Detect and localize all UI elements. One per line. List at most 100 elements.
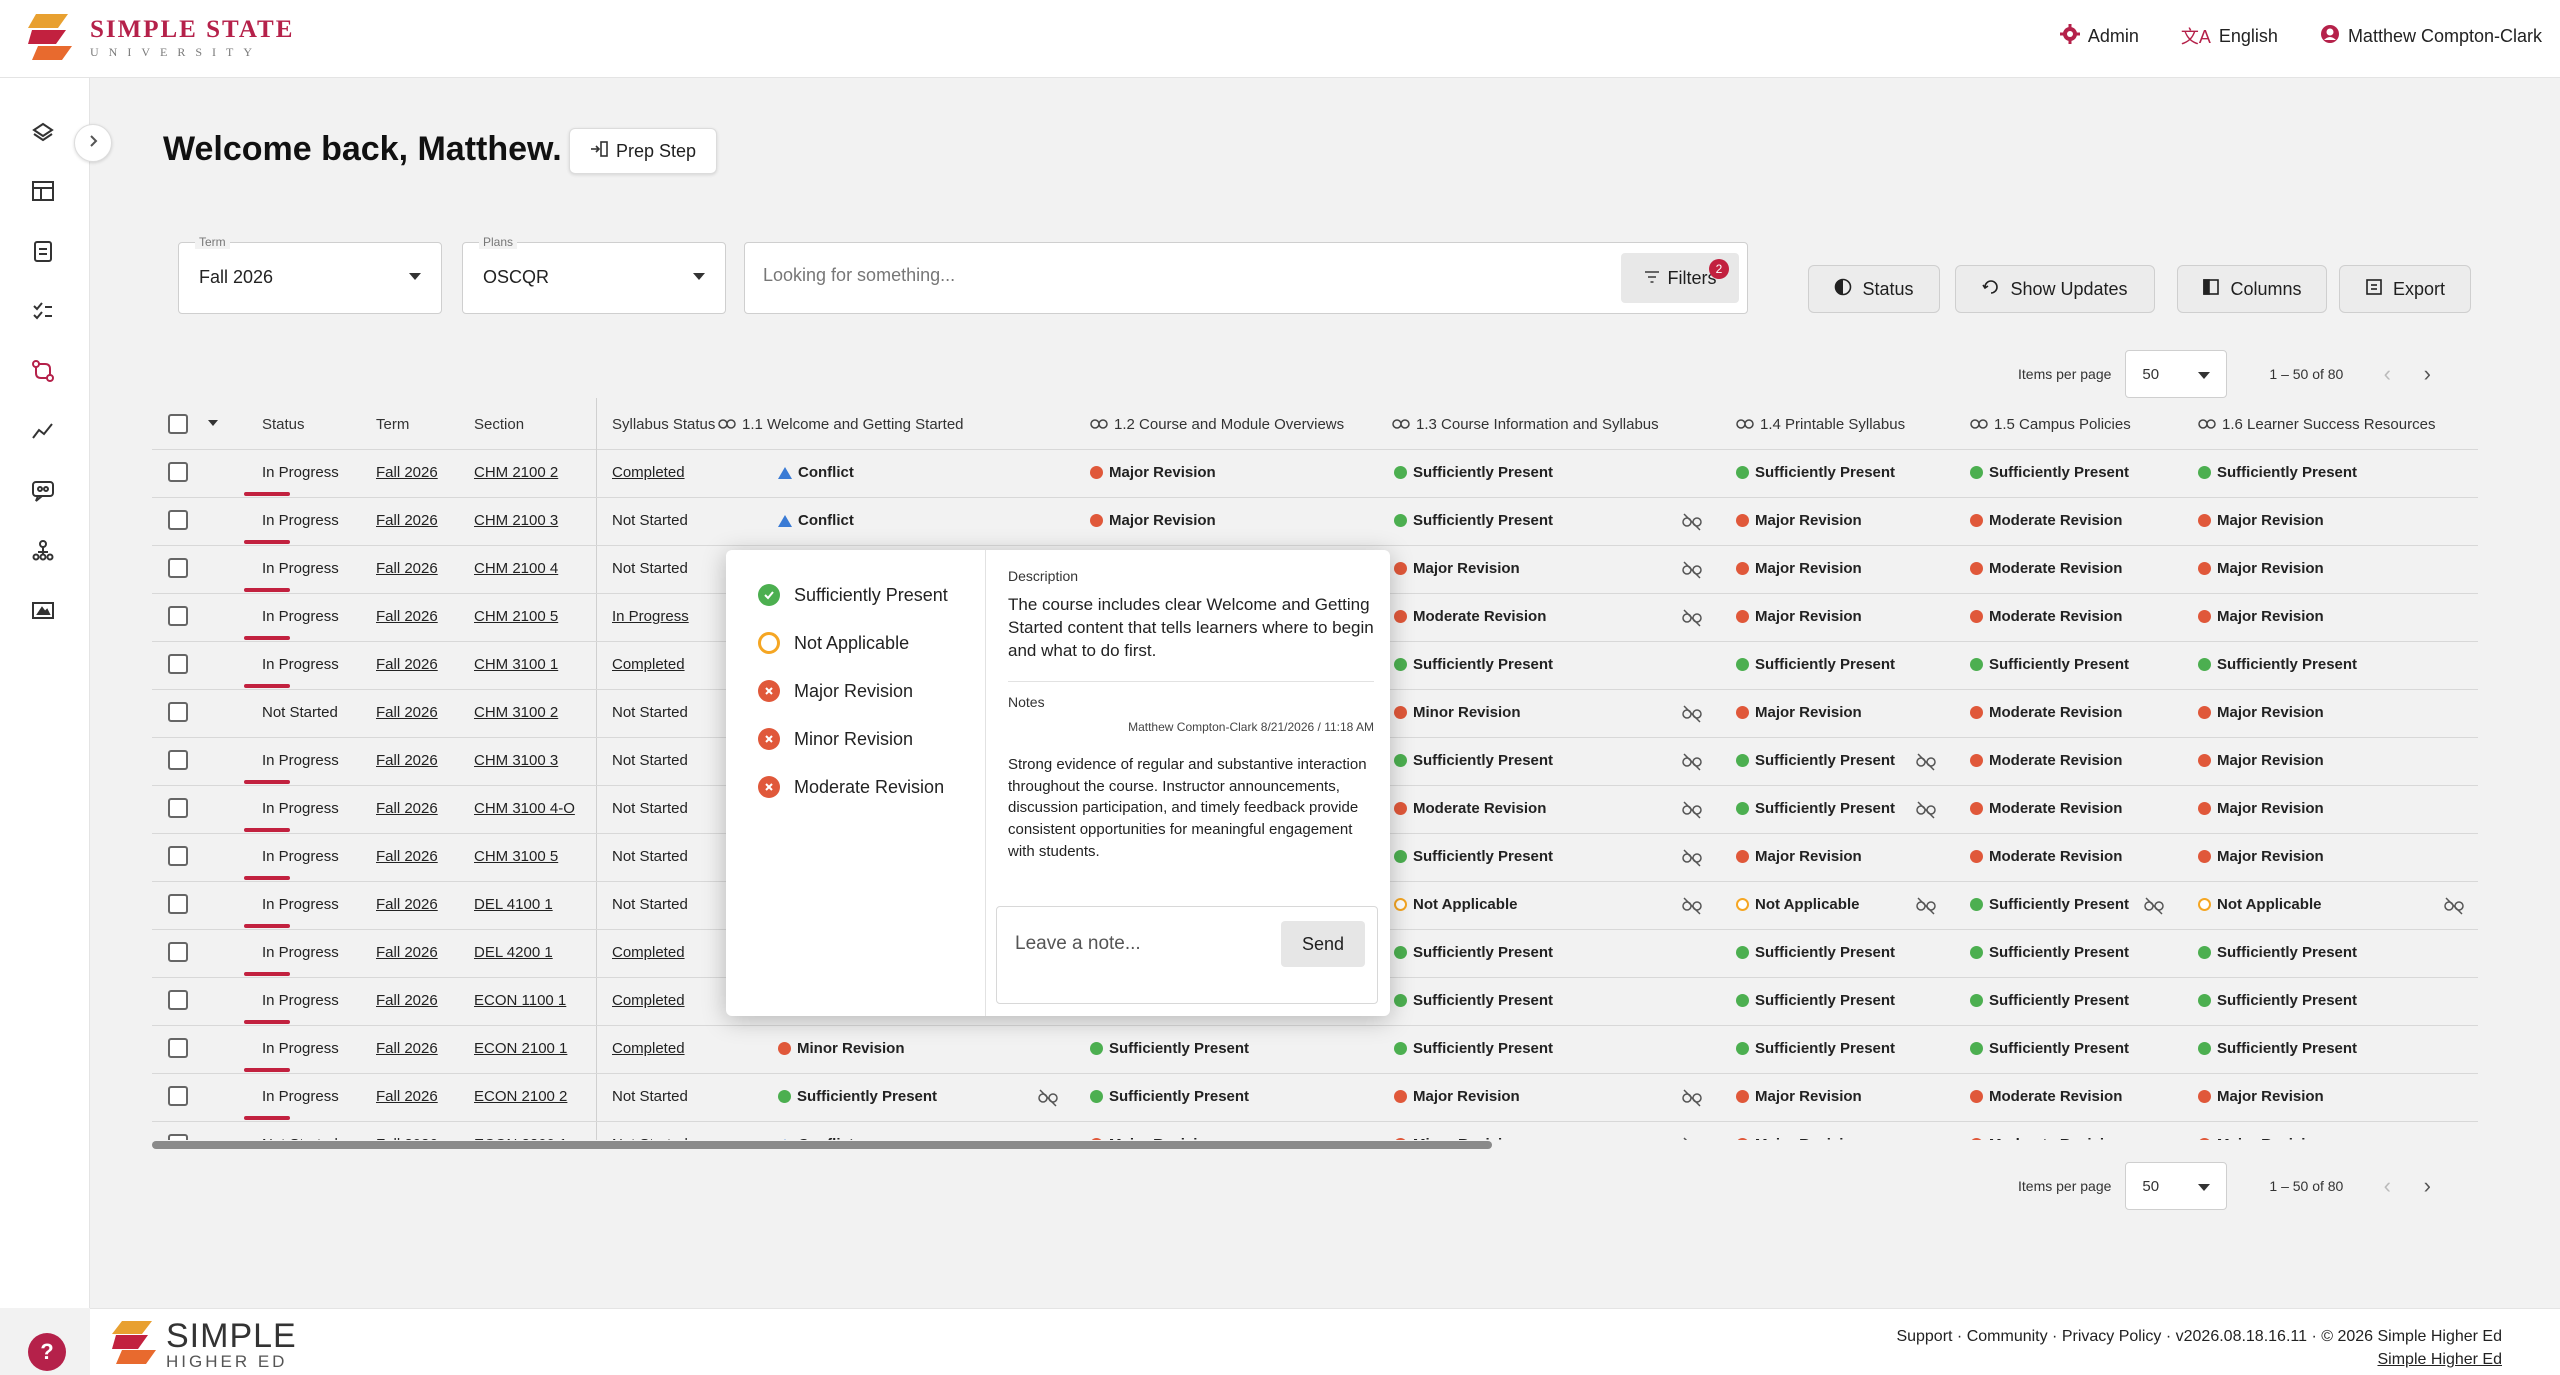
row-checkbox[interactable] [168, 942, 188, 962]
unlink-icon[interactable] [1682, 1137, 1702, 1140]
rating-cell[interactable]: Sufficiently Present [1394, 464, 1553, 481]
rating-cell[interactable]: Major Revision [2198, 704, 2324, 721]
rating-cell[interactable]: Major Revision [2198, 1088, 2324, 1105]
row-checkbox[interactable] [168, 1038, 188, 1058]
row-section-link[interactable]: DEL 4100 1 [474, 896, 553, 913]
row-section-link[interactable]: CHM 2100 5 [474, 608, 558, 625]
column-header[interactable]: 1.4 Printable Syllabus [1736, 416, 1905, 433]
rating-cell[interactable]: Sufficiently Present [1394, 512, 1553, 529]
rating-cell[interactable]: Sufficiently Present [1394, 656, 1553, 673]
row-term-link[interactable]: Fall 2026 [376, 656, 438, 673]
sidebar-item-clipboard-icon[interactable] [26, 234, 60, 268]
row-checkbox[interactable] [168, 702, 188, 722]
column-header[interactable]: Syllabus Status [612, 416, 715, 433]
column-header[interactable]: Status [262, 416, 305, 433]
simple-higher-ed-logo[interactable]: SIMPLE HIGHER ED [112, 1319, 297, 1370]
row-checkbox[interactable] [168, 462, 188, 482]
items-per-page-select[interactable]: 50 [2125, 350, 2228, 398]
company-link[interactable]: Simple Higher Ed [2378, 1351, 2503, 1368]
row-term-link[interactable]: Fall 2026 [376, 464, 438, 481]
row-term-link[interactable]: Fall 2026 [376, 848, 438, 865]
rating-cell[interactable]: Major Revision [2198, 752, 2324, 769]
table-row[interactable]: In Progress Fall 2026 CHM 2100 3 Not Starte… [152, 498, 2478, 546]
rating-cell[interactable]: Sufficiently Present [1970, 944, 2129, 961]
row-checkbox[interactable] [168, 846, 188, 866]
row-term-link[interactable]: Fall 2026 [376, 992, 438, 1009]
rating-option[interactable]: Major Revision [758, 680, 913, 702]
rating-cell[interactable]: Sufficiently Present [1736, 944, 1895, 961]
next-page-button[interactable]: › [2407, 1173, 2447, 1199]
rating-cell[interactable]: Major Revision [1736, 512, 1862, 529]
row-section-link[interactable]: CHM 3100 3 [474, 752, 558, 769]
unlink-icon[interactable] [1682, 849, 1702, 872]
rating-cell[interactable]: Major Revision [2198, 560, 2324, 577]
search-input[interactable] [763, 265, 1563, 286]
sidebar-item-workflow-icon[interactable] [26, 354, 60, 388]
rating-cell[interactable]: Sufficiently Present [1090, 1088, 1249, 1105]
unlink-icon[interactable] [1682, 513, 1702, 536]
rating-cell[interactable]: Sufficiently Present [778, 1088, 937, 1105]
unlink-icon[interactable] [1682, 561, 1702, 584]
help-button[interactable]: ? [28, 1333, 66, 1371]
rating-cell[interactable]: Moderate Revision [1970, 1136, 2122, 1140]
row-term-link[interactable]: Fall 2026 [376, 560, 438, 577]
row-section-link[interactable]: CHM 2100 2 [474, 464, 558, 481]
row-checkbox[interactable] [168, 654, 188, 674]
rating-cell[interactable]: Moderate Revision [1970, 1088, 2122, 1105]
row-section-link[interactable]: ECON 1100 1 [474, 992, 566, 1009]
rating-cell[interactable]: Moderate Revision [1970, 800, 2122, 817]
rating-cell[interactable]: Moderate Revision [1970, 848, 2122, 865]
rating-cell[interactable]: Major Revision [1736, 848, 1862, 865]
status-button[interactable]: Status [1808, 265, 1940, 313]
rating-cell[interactable]: Sufficiently Present [1970, 896, 2129, 913]
rating-cell[interactable]: Sufficiently Present [1736, 752, 1895, 769]
rating-cell[interactable]: Major Revision [2198, 848, 2324, 865]
rating-option[interactable]: Moderate Revision [758, 776, 944, 798]
term-select[interactable]: Term Fall 2026 [178, 235, 442, 314]
rating-option[interactable]: Sufficiently Present [758, 584, 948, 606]
rating-cell[interactable]: Sufficiently Present [1090, 1040, 1249, 1057]
rating-cell[interactable]: Major Revision [2198, 800, 2324, 817]
sidebar-expand-button[interactable] [74, 124, 112, 162]
sidebar-item-dashboard-icon[interactable] [26, 174, 60, 208]
row-term-link[interactable]: Fall 2026 [376, 896, 438, 913]
row-term-link[interactable]: Fall 2026 [376, 1088, 438, 1105]
sidebar-item-analytics-icon[interactable] [26, 414, 60, 448]
row-term-link[interactable]: Fall 2026 [376, 1040, 438, 1057]
sidebar-item-courses-icon[interactable] [26, 114, 60, 148]
items-per-page-select[interactable]: 50 [2125, 1162, 2228, 1210]
unlink-icon[interactable] [1682, 705, 1702, 728]
row-section-link[interactable]: ECON 2100 1 [474, 1040, 567, 1057]
rating-cell[interactable]: Sufficiently Present [1736, 992, 1895, 1009]
row-section-link[interactable]: CHM 3100 4-O [474, 800, 575, 817]
row-syllabus-status[interactable]: Completed [612, 1040, 685, 1057]
row-checkbox[interactable] [168, 558, 188, 578]
support-link[interactable]: Support [1896, 1328, 1952, 1345]
rating-cell[interactable]: Major Revision [1736, 608, 1862, 625]
show-updates-button[interactable]: Show Updates [1955, 265, 2155, 313]
language-menu[interactable]: 文A English [2181, 23, 2278, 49]
row-syllabus-status[interactable]: Completed [612, 944, 685, 961]
previous-page-button[interactable]: ‹ [2367, 1173, 2407, 1199]
rating-cell[interactable]: Major Revision [1736, 704, 1862, 721]
rating-cell[interactable]: Sufficiently Present [1970, 992, 2129, 1009]
columns-button[interactable]: Columns [2177, 265, 2327, 313]
row-term-link[interactable]: Fall 2026 [376, 512, 438, 529]
rating-cell[interactable]: Major Revision [1090, 1136, 1216, 1140]
sidebar-item-reviews-icon[interactable] [26, 474, 60, 508]
rating-cell[interactable]: Major Revision [1394, 560, 1520, 577]
rating-option[interactable]: Minor Revision [758, 728, 913, 750]
row-syllabus-status[interactable]: Completed [612, 656, 685, 673]
community-link[interactable]: Community [1967, 1328, 2048, 1345]
row-checkbox[interactable] [168, 510, 188, 530]
row-syllabus-status[interactable]: Completed [612, 464, 685, 481]
rating-cell[interactable]: Conflict [778, 512, 854, 529]
rating-cell[interactable]: Sufficiently Present [1970, 656, 2129, 673]
rating-cell[interactable]: Major Revision [1736, 1136, 1862, 1140]
column-header[interactable]: 1.2 Course and Module Overviews [1090, 416, 1344, 433]
row-checkbox[interactable] [168, 990, 188, 1010]
rating-cell[interactable]: Sufficiently Present [1970, 1040, 2129, 1057]
rating-cell[interactable]: Sufficiently Present [1736, 656, 1895, 673]
rating-cell[interactable]: Sufficiently Present [2198, 656, 2357, 673]
rating-cell[interactable]: Sufficiently Present [1394, 848, 1553, 865]
